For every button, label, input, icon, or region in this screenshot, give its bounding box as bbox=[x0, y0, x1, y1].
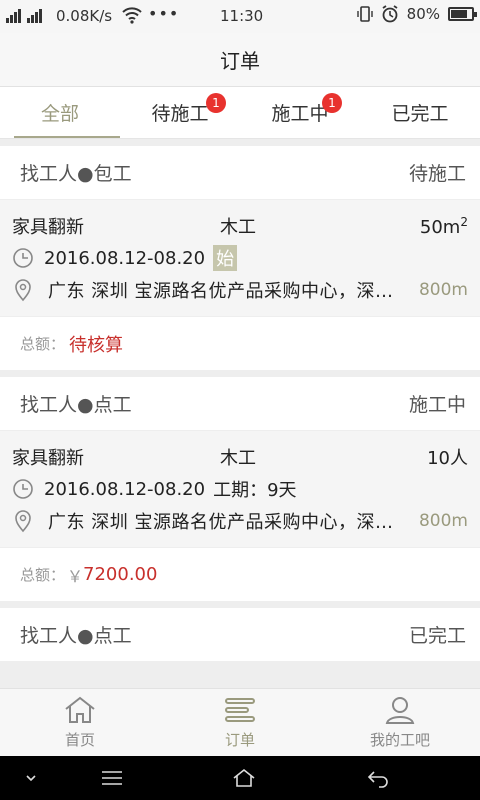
order-type: 找工人●点工 bbox=[20, 394, 132, 416]
location-icon bbox=[12, 509, 36, 533]
more-notifications: ••• bbox=[148, 4, 180, 23]
job-size: 10人 bbox=[427, 448, 468, 469]
order-status: 待施工 bbox=[408, 163, 466, 185]
menu-icon[interactable] bbox=[100, 768, 124, 788]
chevron-down-icon[interactable] bbox=[24, 768, 38, 788]
bottom-nav: 首页 订单 我的工吧 bbox=[0, 688, 480, 756]
back-icon[interactable] bbox=[366, 768, 390, 788]
order-tabs: 全部 待施工 1 施工中 1 已完工 bbox=[0, 87, 480, 139]
clock-icon bbox=[12, 478, 36, 500]
job-date: 2016.08.12-08.20 bbox=[44, 247, 206, 269]
clock-icon bbox=[12, 247, 36, 269]
home-icon bbox=[65, 696, 95, 723]
tab-completed[interactable]: 已完工 bbox=[360, 87, 480, 138]
battery-icon bbox=[448, 7, 477, 21]
total-value: 7200.00 bbox=[83, 564, 158, 585]
tab-all[interactable]: 全部 bbox=[0, 87, 120, 138]
job-name: 家具翻新 bbox=[12, 217, 84, 238]
vibrate-icon bbox=[356, 6, 373, 22]
count-badge: 1 bbox=[322, 93, 342, 113]
signal-icon bbox=[6, 7, 42, 23]
job-trade: 木工 bbox=[220, 448, 256, 469]
nav-orders[interactable]: 订单 bbox=[160, 689, 320, 756]
job-address: 广东 深圳 宝源路名优产品采购中心，深圳市 bbox=[48, 512, 411, 533]
total-label: 总额： bbox=[20, 335, 66, 353]
order-status: 已完工 bbox=[408, 625, 466, 647]
nav-home[interactable]: 首页 bbox=[0, 689, 160, 756]
order-card[interactable]: 找工人●包工 待施工 家具翻新 木工 50m2 2016.08.12-08.20… bbox=[0, 146, 480, 370]
location-icon bbox=[12, 278, 36, 302]
tab-label: 全部 bbox=[40, 103, 79, 125]
job-trade: 木工 bbox=[220, 217, 256, 238]
order-total: 总额： 待核算 bbox=[0, 316, 480, 370]
nav-label: 首页 bbox=[64, 731, 95, 749]
order-card[interactable]: 找工人●点工 施工中 家具翻新 木工 10人 2016.08.12-08.20 … bbox=[0, 377, 480, 601]
currency-symbol: ￥ bbox=[67, 566, 84, 586]
tab-in-progress[interactable]: 施工中 1 bbox=[240, 87, 360, 138]
count-badge: 1 bbox=[206, 93, 226, 113]
clock: 11:30 bbox=[220, 7, 264, 25]
start-mark: 始 bbox=[213, 245, 238, 271]
home-button-icon[interactable] bbox=[232, 768, 256, 788]
wifi-icon bbox=[122, 7, 142, 24]
total-label: 总额： bbox=[20, 566, 66, 584]
user-icon bbox=[385, 697, 415, 724]
job-distance: 800m bbox=[418, 280, 468, 300]
job-size: 50m2 bbox=[419, 214, 468, 238]
order-total: 总额： ￥ 7200.00 bbox=[0, 547, 480, 601]
job-date: 2016.08.12-08.20 bbox=[44, 478, 206, 500]
total-value: 待核算 bbox=[69, 334, 124, 356]
order-type: 找工人●点工 bbox=[20, 625, 132, 647]
tab-label: 已完工 bbox=[391, 103, 449, 125]
network-speed: 0.08K/s bbox=[56, 7, 113, 25]
order-header: 找工人●点工 施工中 bbox=[0, 377, 480, 431]
order-type: 找工人●包工 bbox=[20, 163, 132, 185]
nav-label: 订单 bbox=[224, 731, 255, 749]
job-address: 广东 深圳 宝源路名优产品采购中心，深圳市 bbox=[48, 281, 411, 302]
job-name: 家具翻新 bbox=[12, 448, 84, 469]
order-header: 找工人●包工 待施工 bbox=[0, 146, 480, 200]
alarm-icon bbox=[382, 5, 398, 23]
job-distance: 800m bbox=[418, 511, 468, 531]
order-status: 施工中 bbox=[408, 394, 466, 416]
status-bar: 0.08K/s ••• 11:30 80% bbox=[0, 0, 480, 33]
order-list: 找工人●包工 待施工 家具翻新 木工 50m2 2016.08.12-08.20… bbox=[0, 139, 480, 688]
order-card[interactable]: 找工人●点工 已完工 bbox=[0, 608, 480, 662]
battery-percent: 80% bbox=[406, 5, 440, 23]
order-header: 找工人●点工 已完工 bbox=[0, 608, 480, 662]
tab-label: 施工中 bbox=[271, 103, 329, 125]
system-nav-bar bbox=[0, 756, 480, 800]
order-list-icon bbox=[225, 698, 255, 722]
nav-label: 我的工吧 bbox=[369, 731, 430, 749]
tab-pending[interactable]: 待施工 1 bbox=[120, 87, 240, 138]
page-title: 订单 bbox=[0, 33, 480, 87]
tab-label: 待施工 bbox=[151, 103, 209, 125]
job-period: 工期：9天 bbox=[213, 480, 297, 501]
nav-my-profile[interactable]: 我的工吧 bbox=[320, 689, 480, 756]
